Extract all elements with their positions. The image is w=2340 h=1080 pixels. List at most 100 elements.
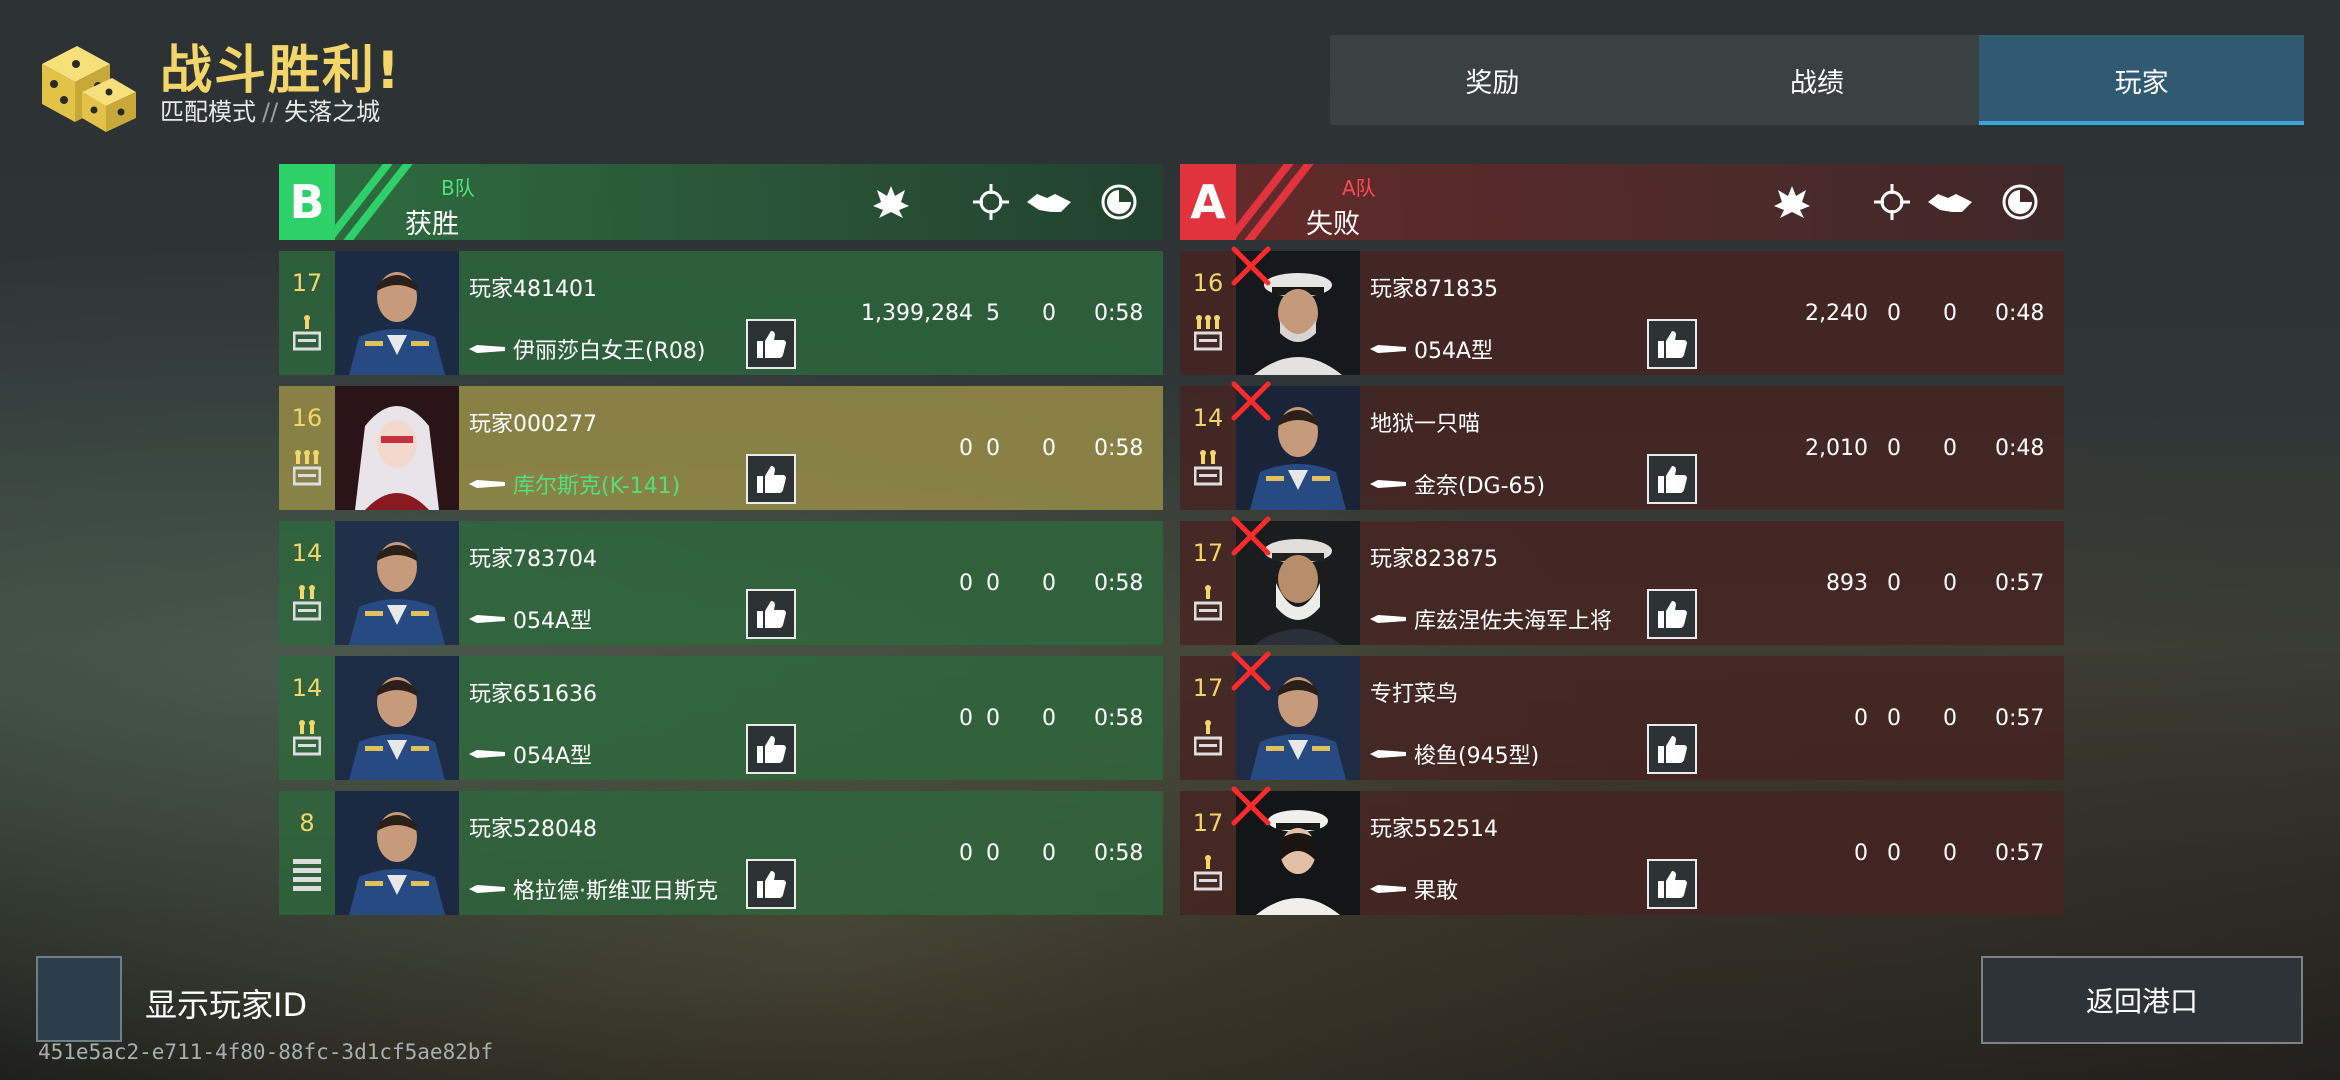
session-id: 451e5ac2-e711-4f80-88fc-3d1cf5ae82bf [38,1040,494,1064]
like-button[interactable] [1647,589,1697,639]
rank-insignia-icon [1193,448,1223,488]
player-row[interactable]: 16 玩家000277 库尔斯克(K-141) 0 0 0 0:58 [279,386,1163,510]
player-level: 8 [299,809,315,837]
player-name: 地狱一只喵 [1370,412,1481,437]
like-button[interactable] [746,319,796,369]
damage-value: 0 [1854,705,1868,731]
ship-info: 054A型 [469,738,592,770]
player-level: 17 [1192,539,1224,567]
destroyed-icon [1230,785,1272,827]
like-button[interactable] [1647,724,1697,774]
assists-value: 0 [1943,300,1957,326]
ship-info: 格拉德·斯维亚日斯克 [469,873,718,905]
ship-name: 金奈(DG-65) [1414,474,1546,499]
ship-class-icon [469,477,513,491]
ship-info: 伊丽莎白女王(R08) [469,333,705,365]
show-id-checkbox[interactable] [36,956,122,1042]
assists-value: 0 [1943,435,1957,461]
thumbs-up-icon [754,732,788,766]
avatar[interactable] [335,251,459,375]
kills-value: 0 [986,705,1000,731]
avatar[interactable] [335,521,459,645]
avatar[interactable] [335,791,459,915]
avatar[interactable] [335,386,459,510]
ship-info: 054A型 [469,603,592,635]
ship-name: 054A型 [513,744,593,769]
like-button[interactable] [1647,454,1697,504]
player-name: 玩家552514 [1370,817,1498,842]
damage-value: 0 [1854,840,1868,866]
damage-value: 2,240 [1805,300,1868,326]
kills-value: 0 [1887,705,1901,731]
player-row[interactable]: 14 地狱一只喵 金奈(DG-65) 2,010 0 0 0:48 [1180,381,2064,510]
game-mode: 匹配模式 [160,98,256,126]
ship-class-icon [1370,477,1414,491]
level-cell: 14 [279,521,335,645]
ship-class-icon [1370,747,1414,761]
cooperation-icon [1928,194,1972,212]
level-cell: 17 [279,251,335,375]
assists-value: 0 [1943,840,1957,866]
team-badge: A [1180,164,1236,240]
thumbs-up-icon [1655,732,1689,766]
like-button[interactable] [746,859,796,909]
player-level: 14 [291,539,323,567]
rank-insignia-icon [293,853,321,893]
like-button[interactable] [746,589,796,639]
like-button[interactable] [746,724,796,774]
player-row[interactable]: 17 玩家481401 伊丽莎白女王(R08) 1,399,284 5 0 0:58 [279,251,1163,375]
avatar[interactable] [335,656,459,780]
player-row[interactable]: 17 玩家552514 果敢 0 0 0 0:57 [1180,786,2064,915]
ship-name: 库尔斯克(K-141) [513,474,681,499]
return-to-port-button[interactable]: 返回港口 [1981,956,2303,1044]
ship-name: 054A型 [1414,339,1494,364]
time-value: 0:58 [1094,840,1144,866]
assists-value: 0 [1042,435,1056,461]
map-name: 失落之城 [284,98,381,126]
rank-insignia-icon [1193,583,1223,623]
time-value: 0:57 [1995,840,2045,866]
player-row[interactable]: 14 玩家783704 054A型 0 0 0 0:58 [279,521,1163,645]
tab-rewards[interactable]: 奖励 [1330,35,1655,125]
like-button[interactable] [1647,319,1697,369]
player-row[interactable]: 8 玩家528048 格拉德·斯维亚日斯克 0 0 0 0:58 [279,791,1163,915]
player-level: 17 [1192,809,1224,837]
level-cell: 17 [1180,656,1236,780]
team-header: A A队 失败 [1180,164,2064,240]
like-button[interactable] [746,454,796,504]
ship-info: 库兹涅佐夫海军上将 [1370,603,1612,635]
time-icon [2002,184,2038,220]
assists-value: 0 [1042,840,1056,866]
rank-insignia-icon [292,583,322,623]
rank-insignia-icon [292,718,322,758]
player-row[interactable]: 16 玩家871835 054A型 2,240 0 0 0:48 [1180,246,2064,375]
team-name: A队 [1342,176,1376,200]
kills-value: 0 [1887,300,1901,326]
ship-class-icon [469,747,513,761]
team-b-panel: B B队 获胜 17 玩家481401 伊丽莎白女王(R08) 1,399,284 5 0… [279,164,1163,915]
damage-value: 2,010 [1805,435,1868,461]
player-row[interactable]: 17 专打菜鸟 梭鱼(945型) 0 0 0 0:57 [1180,651,2064,780]
ship-name: 054A型 [513,609,593,634]
cooperation-icon [1027,194,1071,212]
ship-name: 梭鱼(945型) [1414,744,1540,769]
kills-value: 0 [1887,570,1901,596]
ship-info: 梭鱼(945型) [1370,738,1539,770]
level-cell: 16 [279,386,335,510]
player-level: 14 [1192,404,1224,432]
tab-players[interactable]: 玩家 [1979,35,2305,125]
ship-class-icon [1370,342,1414,356]
player-row[interactable]: 17 玩家823875 库兹涅佐夫海军上将 893 0 0 0:57 [1180,516,2064,645]
kills-value: 5 [986,300,1000,326]
tab-stats[interactable]: 战绩 [1655,35,1980,125]
level-cell: 17 [1180,521,1236,645]
player-row[interactable]: 14 玩家651636 054A型 0 0 0 0:58 [279,656,1163,780]
like-button[interactable] [1647,859,1697,909]
thumbs-up-icon [1655,867,1689,901]
player-name: 玩家823875 [1370,547,1498,572]
ship-name: 果敢 [1414,879,1459,904]
kills-value: 0 [1887,840,1901,866]
assists-value: 0 [1943,570,1957,596]
team-result: 获胜 [405,209,459,240]
time-value: 0:48 [1995,300,2045,326]
